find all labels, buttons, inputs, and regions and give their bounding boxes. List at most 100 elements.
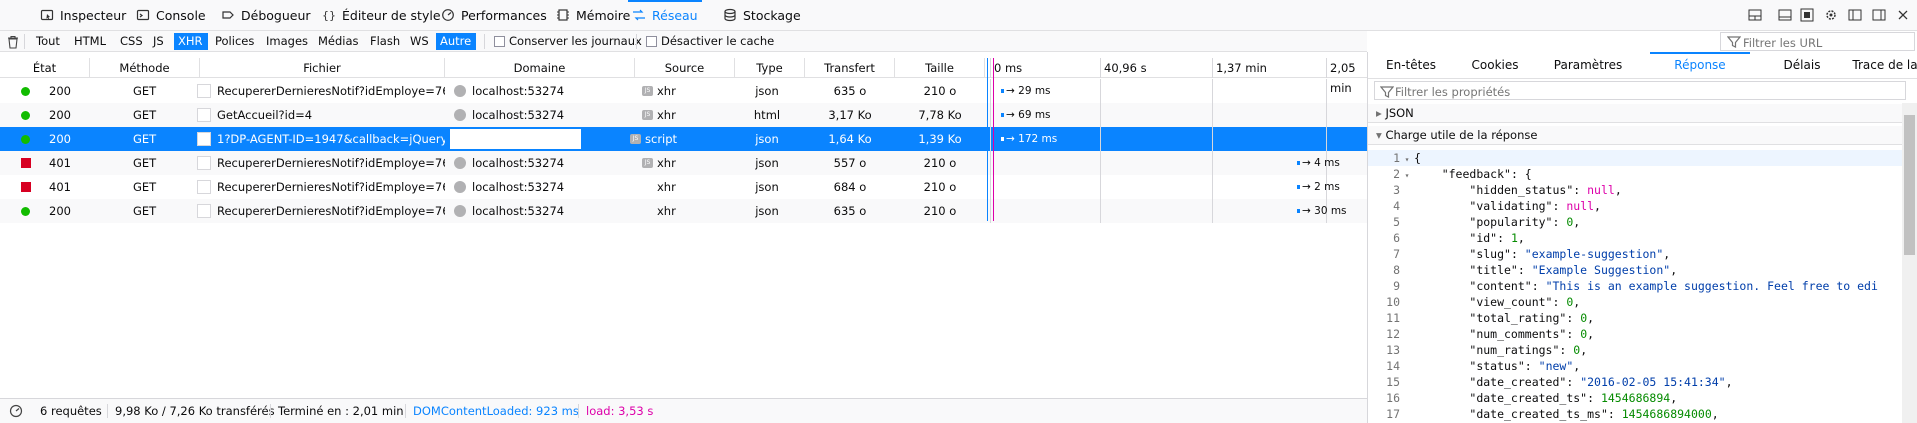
code-token: "title" (1469, 263, 1518, 277)
devtools-tab-3[interactable]: {} Éditeur de style (322, 0, 441, 30)
js-file-icon: JS (642, 86, 653, 96)
request-cause: xhr (657, 204, 676, 218)
dock-mode-icon[interactable] (1748, 8, 1762, 22)
request-row[interactable]: 401 GET localhost:53274 json 557 o 210 o Recup… (0, 151, 1367, 175)
request-row[interactable]: 401 GET localhost:53274 json 684 o 210 o Recup… (0, 175, 1367, 199)
code-line: 5 "popularity": 0, (1368, 214, 1902, 230)
filter-type-images[interactable]: Images (262, 33, 313, 50)
line-number: 11 (1386, 311, 1400, 325)
devtools-tab-0[interactable]: Inspecteur (40, 0, 126, 30)
payload-section-label: Charge utile de la réponse (1385, 128, 1538, 142)
filter-type-médias[interactable]: Médias (314, 33, 364, 50)
request-row[interactable]: 200 GET localhost:53274 html 3,17 Ko 7,78 Ko G… (0, 103, 1367, 127)
request-row[interactable]: 200 GET localhost:53274 json 635 o 210 o Recup… (0, 79, 1367, 103)
details-tab-1[interactable]: Cookies (1460, 52, 1530, 78)
column-header-transferred[interactable]: Transfert (805, 58, 895, 78)
details-tab-4[interactable]: Délais (1762, 52, 1842, 78)
filter-type-xhr[interactable]: XHR (174, 33, 208, 50)
devtools-tab-7[interactable]: Stockage (723, 0, 801, 30)
waterfall-timing-label: → 29 ms (1006, 85, 1051, 97)
devtools-tab-label: Mémoire (576, 7, 631, 23)
devtools-tab-4[interactable]: Performances (441, 0, 547, 30)
filter-type-css[interactable]: CSS (116, 33, 148, 50)
filter-type-ws[interactable]: WS (406, 33, 434, 50)
request-file: GetAccueil?id=4 (217, 108, 313, 122)
persist-logs-checkbox[interactable] (494, 36, 505, 47)
filter-type-tout[interactable]: Tout (32, 33, 65, 50)
column-header-method[interactable]: Méthode (90, 58, 200, 78)
request-type: json (755, 204, 779, 218)
column-header-cause[interactable]: Source (635, 58, 735, 78)
status-error-square (21, 182, 31, 192)
status-dom-content-loaded: DOMContentLoaded: 923 ms (405, 399, 579, 423)
column-header-file[interactable]: Fichier (200, 58, 445, 78)
code-line: 14 "status": "new", (1368, 358, 1902, 374)
waterfall-gridline (1326, 127, 1327, 151)
filter-type-js[interactable]: JS (149, 33, 169, 50)
clear-requests-trash-icon[interactable] (6, 35, 20, 49)
code-token: : (1531, 279, 1546, 293)
disable-cache-checkbox[interactable] (646, 36, 657, 47)
close-icon[interactable] (1896, 8, 1910, 22)
code-token: : (1566, 375, 1581, 389)
devtools-tab-2[interactable]: Débogueur (221, 0, 311, 30)
filter-type-flash[interactable]: Flash (366, 33, 405, 50)
settings-gear-icon[interactable] (1824, 8, 1838, 22)
performance-analysis-icon[interactable] (9, 404, 23, 418)
disable-cache-label[interactable]: Désactiver le cache (661, 34, 774, 48)
code-token: "2016-02-05 15:41:34" (1580, 375, 1726, 389)
details-tab-0[interactable]: En-têtes (1376, 52, 1446, 78)
screenshot-icon[interactable] (1800, 8, 1814, 22)
filter-properties-input[interactable] (1374, 81, 1906, 100)
details-tab-3[interactable]: Réponse (1650, 52, 1750, 78)
split-console-icon[interactable] (1778, 8, 1792, 22)
line-number: 17 (1386, 407, 1400, 421)
request-file: RecupererDernieresNotif?idEmploye=76&... (217, 156, 445, 170)
column-header-status[interactable]: État (0, 58, 90, 78)
devtools-tab-5[interactable]: Mémoire (556, 0, 630, 30)
waterfall-gridline (990, 199, 991, 223)
line-number: 4 (1393, 199, 1400, 213)
devtools-tab-6[interactable]: Réseau (628, 0, 702, 30)
details-tab-5[interactable]: Trace de la pile (1850, 52, 1917, 98)
code-token: "date_created_ts" (1469, 391, 1588, 405)
waterfall-timing-bar (1297, 185, 1300, 189)
waterfall-tick-label: 0 ms (990, 58, 1022, 78)
response-code-editor[interactable]: 1 ▾{2 ▾ "feedback": {3 "hidden_status": nu… (1368, 150, 1902, 423)
status-requests: 6 requêtes (40, 404, 102, 418)
code-token: , (1711, 407, 1719, 421)
details-tab-2[interactable]: Paramètres (1538, 52, 1638, 78)
persist-logs-label[interactable]: Conserver les journaux (509, 34, 642, 48)
column-header-type[interactable]: Type (735, 58, 805, 78)
devtools-tab-1[interactable]: Console (136, 0, 206, 30)
undock-icon[interactable] (1872, 8, 1886, 22)
waterfall-gridline (1100, 199, 1101, 223)
dock-side-icon[interactable] (1848, 8, 1862, 22)
request-file: RecupererDernieresNotif?idEmploye=76&... (217, 84, 445, 98)
response-scrollbar-thumb[interactable] (1904, 115, 1915, 255)
url-filter-input[interactable] (1720, 32, 1915, 51)
line-number: 10 (1386, 295, 1400, 309)
code-token: , (1580, 343, 1588, 357)
request-domain: localhost:53274 (472, 204, 565, 218)
waterfall-timing-label: → 69 ms (1006, 109, 1051, 121)
filter-type-html[interactable]: HTML (70, 33, 111, 50)
code-token: "This is an example suggestion. Feel fre… (1545, 279, 1878, 293)
code-token: , (1663, 247, 1671, 261)
request-row[interactable]: 200 GET localhost:53274 json 635 o 210 o Recup… (0, 199, 1367, 223)
json-section-header[interactable]: ▸ JSON (1368, 104, 1917, 123)
column-header-domain[interactable]: Domaine (445, 58, 635, 78)
code-token: , (1670, 263, 1678, 277)
filter-type-autre[interactable]: Autre (436, 33, 477, 50)
column-header-size[interactable]: Taille (895, 58, 985, 78)
request-row[interactable]: 200 GET json 1,64 Ko 1,39 Ko 1?DP-AGENT-ID=19… (0, 127, 1367, 151)
filter-type-polices[interactable]: Polices (211, 33, 259, 50)
line-number: 1 (1393, 151, 1400, 165)
payload-section-header[interactable]: ▾ Charge utile de la réponse (1368, 126, 1917, 145)
waterfall-tick-label: 40,96 s (1100, 58, 1147, 78)
